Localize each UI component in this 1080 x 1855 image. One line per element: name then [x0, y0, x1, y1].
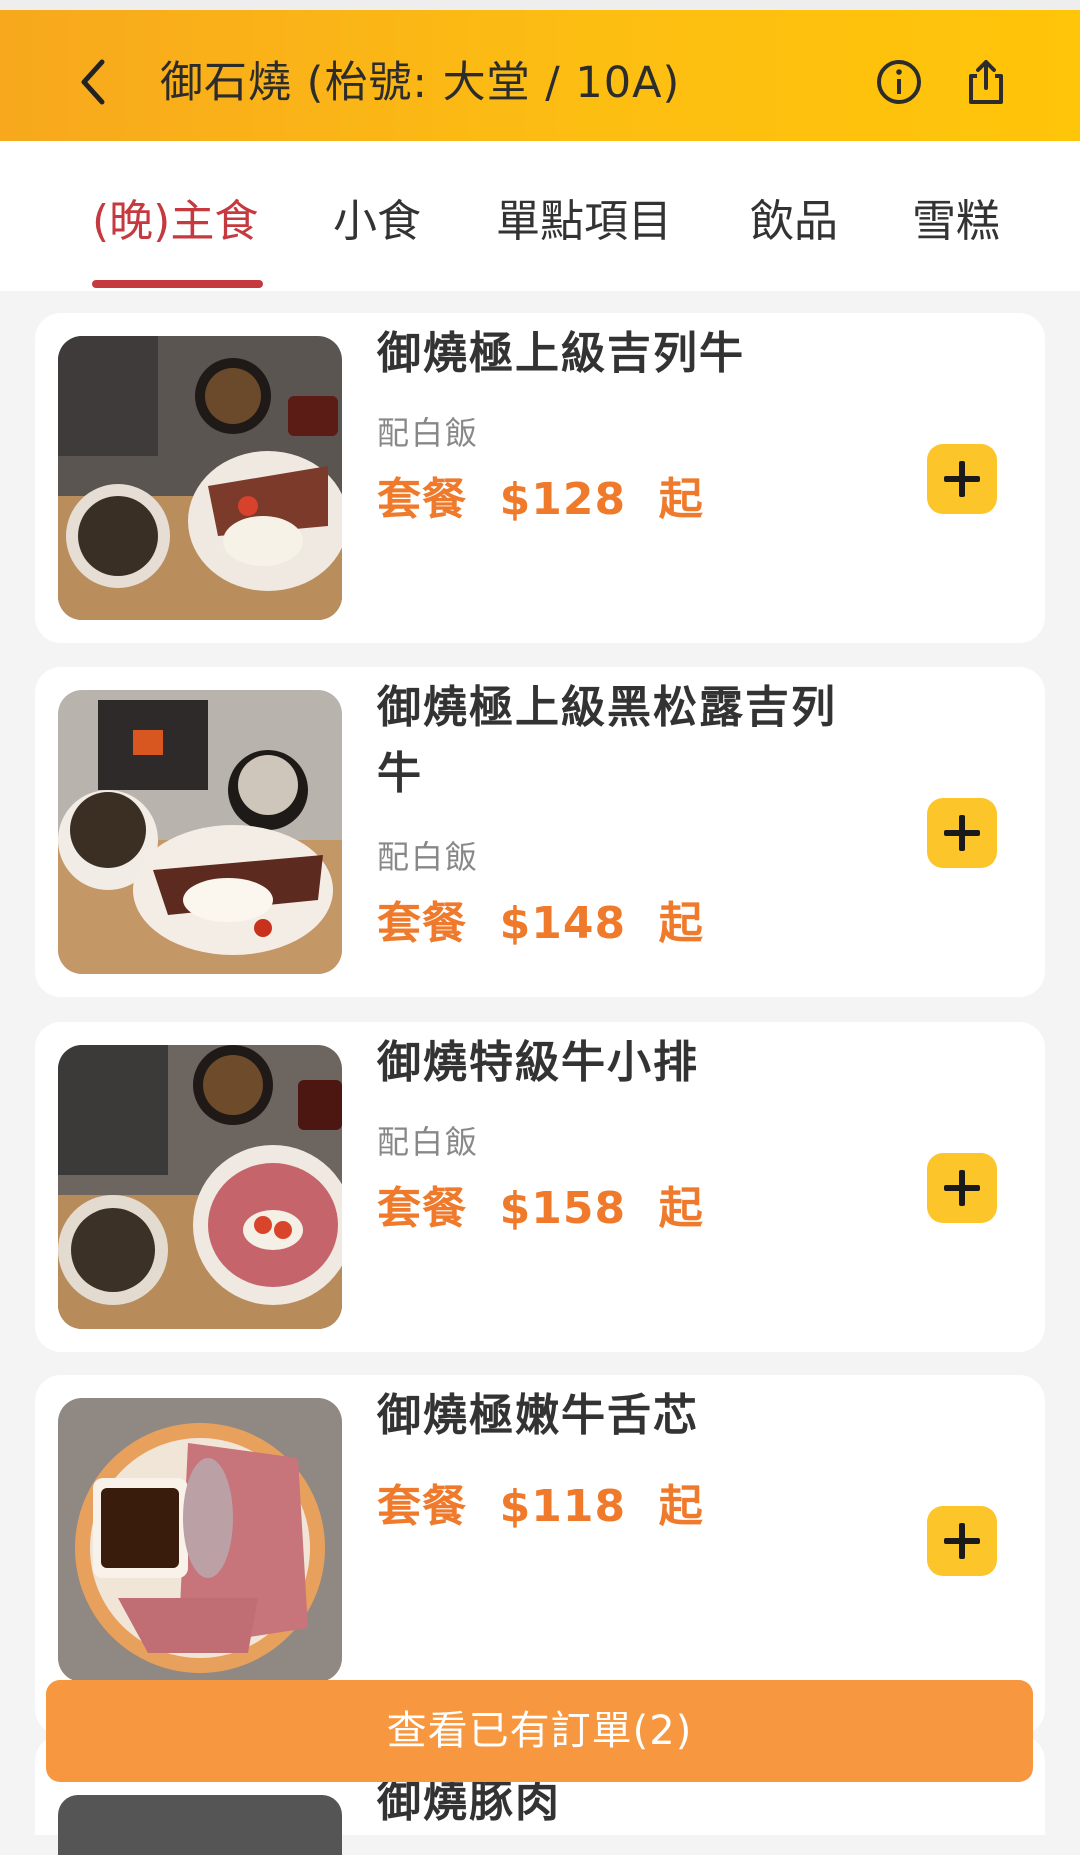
food-photo	[58, 1398, 342, 1682]
item-name: 御燒極上級吉列牛	[377, 328, 745, 379]
view-orders-button[interactable]: 查看已有訂單(2)	[46, 1680, 1033, 1782]
menu-item-card[interactable]: 御燒特級牛小排 配白飯 套餐 $158 起	[35, 1022, 1045, 1352]
status-area	[0, 0, 1080, 10]
chevron-left-icon	[81, 59, 105, 105]
food-photo	[58, 690, 342, 974]
add-button[interactable]	[927, 798, 997, 868]
item-price: 套餐 $148 起	[377, 898, 704, 949]
item-name: 御燒特級牛小排	[377, 1037, 699, 1088]
item-price: 套餐 $118 起	[377, 1481, 704, 1532]
menu-item-card[interactable]: 御燒極上級吉列牛 配白飯 套餐 $128 起	[35, 313, 1045, 643]
item-subtitle: 配白飯	[377, 414, 480, 452]
add-button[interactable]	[927, 444, 997, 514]
tab-a-la-carte[interactable]: 單點項目	[496, 185, 672, 249]
item-price: 套餐 $128 起	[377, 474, 704, 525]
add-button[interactable]	[927, 1153, 997, 1223]
page-title: 御石燒 (枱號: 大堂 / 10A)	[160, 58, 681, 108]
share-icon	[969, 60, 1003, 104]
item-price: 套餐 $158 起	[377, 1183, 704, 1234]
active-tab-indicator	[92, 280, 263, 288]
food-photo	[58, 1795, 342, 1855]
item-subtitle: 配白飯	[377, 1123, 480, 1161]
header-bar: 御石燒 (枱號: 大堂 / 10A)	[0, 10, 1080, 141]
tab-snacks[interactable]: 小食	[333, 185, 421, 249]
item-name: 御燒極上級黑松露吉列牛	[377, 682, 837, 799]
tab-ice-cream[interactable]: 雪糕	[912, 185, 1000, 249]
back-button[interactable]	[70, 52, 120, 112]
add-button[interactable]	[927, 1506, 997, 1576]
food-photo	[58, 336, 342, 620]
category-tabs: (晚)主食 小食 單點項目 飲品 雪糕	[0, 141, 1080, 291]
info-button[interactable]	[873, 56, 925, 108]
food-photo	[58, 1045, 342, 1329]
item-subtitle: 配白飯	[377, 838, 480, 876]
item-name: 御燒極嫩牛舌芯	[377, 1390, 699, 1441]
tab-drinks[interactable]: 飲品	[750, 185, 838, 249]
info-icon	[877, 60, 921, 104]
tab-main-dinner[interactable]: (晚)主食	[92, 185, 258, 249]
share-button[interactable]	[960, 56, 1012, 108]
menu-item-card[interactable]: 御燒極上級黑松露吉列牛 配白飯 套餐 $148 起	[35, 667, 1045, 997]
